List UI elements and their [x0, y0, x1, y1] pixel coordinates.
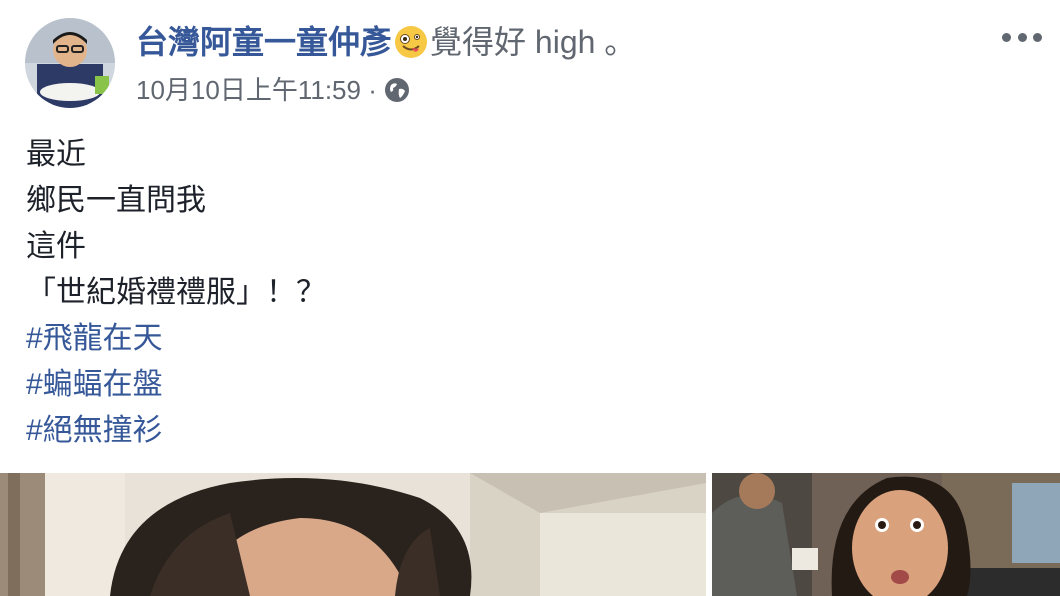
- more-options-button[interactable]: [1002, 22, 1042, 52]
- post-text-line: 這件: [26, 230, 86, 263]
- author-line: 台灣阿童一童仲彥 覺得好 high 。: [136, 22, 636, 62]
- post-text-line: 「世紀婚禮禮服」！？: [26, 276, 326, 309]
- more-options-dot-icon: [1017, 32, 1027, 42]
- more-options-dot-icon: [1033, 32, 1042, 42]
- meta-separator: ·: [368, 75, 377, 105]
- post-text-line: 鄉民一直問我: [26, 184, 206, 217]
- hashtag-link[interactable]: #蝙蝠在盤: [26, 362, 326, 408]
- photo-side[interactable]: [712, 473, 1060, 596]
- more-options-dot-icon: [1002, 32, 1011, 42]
- author-name-link[interactable]: 台灣阿童一童仲彥: [136, 24, 392, 60]
- post-text: 最近 鄉民一直問我 這件 「世紀婚禮禮服」！？ #飛龍在天 #蝙蝠在盤 #絕無撞…: [26, 132, 326, 454]
- avatar-photo: [25, 18, 115, 108]
- feeling-text: 覺得好 high 。: [430, 24, 637, 60]
- hashtag-link[interactable]: #飛龍在天: [26, 316, 326, 362]
- photo-grid: [0, 473, 1060, 596]
- post-text-line: 最近: [26, 138, 86, 171]
- post-meta: 10月10日上午11:59 ·: [136, 73, 410, 107]
- timestamp-link[interactable]: 10月10日上午11:59: [136, 75, 361, 105]
- crazy-face-emoji-icon: [394, 25, 428, 59]
- avatar[interactable]: [25, 18, 115, 108]
- photo-main-image: [0, 473, 706, 596]
- photo-side-image: [712, 473, 1060, 596]
- globe-icon[interactable]: [384, 77, 410, 103]
- post-header: 台灣阿童一童仲彥 覺得好 high 。 10月10日上午11:59 ·: [0, 0, 1060, 120]
- hashtag-link[interactable]: #絕無撞衫: [26, 408, 326, 454]
- photo-main[interactable]: [0, 473, 706, 596]
